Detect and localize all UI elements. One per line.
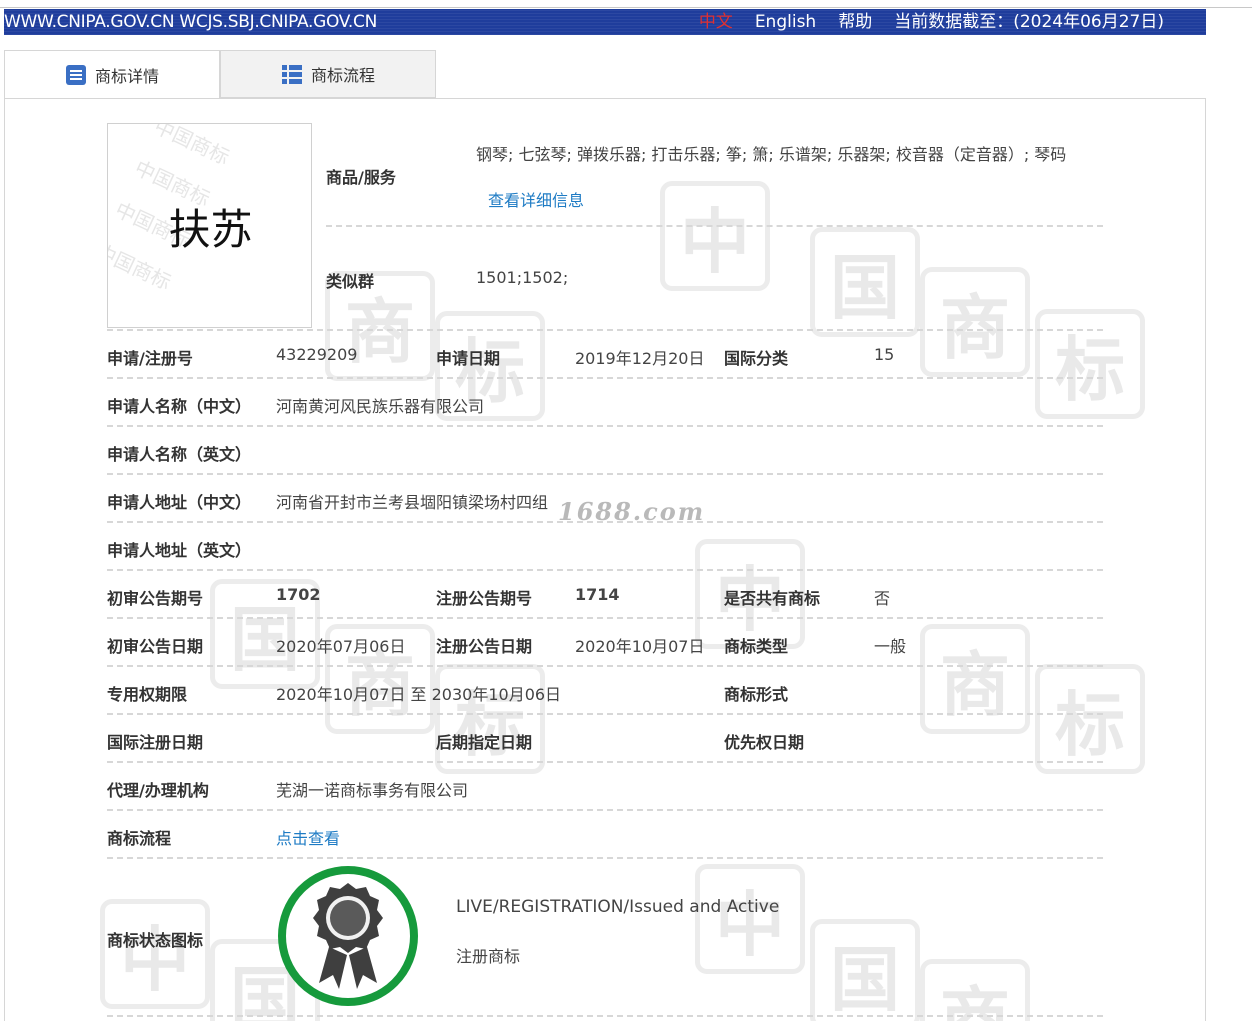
list-icon (281, 65, 302, 84)
divider (107, 425, 1103, 427)
status-cn: 注册商标 (456, 947, 521, 966)
later-date-label: 后期指定日期 (436, 733, 533, 752)
applicant-en-label: 申请人名称（英文） (107, 445, 252, 464)
trademark-word: 扶苏 (168, 205, 253, 254)
divider (107, 713, 1103, 715)
similar-group-label: 类似群 (326, 272, 375, 291)
watermark-stamp: 标 (1035, 309, 1145, 419)
prelim-date-value: 2020年07月06日 (276, 637, 406, 656)
intl-class-label: 国际分类 (724, 349, 789, 368)
reg-no-value: 43229209 (276, 345, 358, 364)
divider (107, 569, 1103, 571)
agent-label: 代理/办理机构 (107, 781, 209, 800)
applicant-cn-value: 河南黄河风民族乐器有限公司 (276, 397, 485, 416)
watermark-stamp: 商 (920, 267, 1030, 377)
browser-edge (0, 0, 1252, 8)
watermark-stamp: 国 (810, 227, 920, 337)
divider (107, 521, 1103, 523)
divider (107, 665, 1103, 667)
divider (107, 617, 1103, 619)
applicant-cn-label: 申请人名称（中文） (107, 397, 252, 416)
watermark-stamp: 标 (1035, 664, 1145, 774)
divider (107, 377, 1103, 379)
divider (107, 857, 1103, 859)
reg-pub-date-value: 2020年10月07日 (575, 637, 705, 656)
shared-label: 是否共有商标 (724, 589, 821, 608)
intl-reg-date-label: 国际注册日期 (107, 733, 204, 752)
watermark-stamp: 中 (660, 181, 770, 291)
reg-pub-date-label: 注册公告日期 (436, 637, 533, 656)
flow-view-link[interactable]: 点击查看 (276, 825, 340, 849)
reg-pub-no-value: 1714 (575, 585, 620, 604)
status-label: 商标状态图标 (107, 931, 204, 950)
prelim-date-label: 初审公告日期 (107, 637, 204, 656)
divider (107, 329, 1103, 331)
reg-no-label: 申请/注册号 (107, 349, 193, 368)
tab-trademark-flow[interactable]: 商标流程 (220, 50, 436, 98)
priority-date-label: 优先权日期 (724, 733, 805, 752)
watermark-stamp: 商 (920, 959, 1030, 1021)
registered-medal-icon (278, 866, 418, 1006)
prelim-no-label: 初审公告期号 (107, 589, 204, 608)
address-en-label: 申请人地址（英文） (107, 541, 252, 560)
divider (107, 809, 1103, 811)
exclusive-label: 专用权期限 (107, 685, 188, 704)
tab-label: 商标流程 (310, 66, 375, 85)
divider (107, 761, 1103, 763)
watermark-stamp: 中 (100, 899, 210, 1009)
data-date: 当前数据截至：(2024年06月27日) (894, 12, 1164, 32)
divider (107, 1015, 1103, 1017)
shared-value: 否 (874, 589, 891, 608)
site-urls: WWW.CNIPA.GOV.CN WCJS.SBJ.CNIPA.GOV.CN (4, 12, 378, 32)
tab-label: 商标详情 (94, 66, 159, 86)
document-list-icon (65, 64, 86, 85)
exclusive-value: 2020年10月07日 至 2030年10月06日 (276, 685, 562, 704)
goods-label: 商品/服务 (326, 168, 396, 187)
tm-type-label: 商标类型 (724, 637, 789, 656)
watermark-stamp: 国 (810, 919, 920, 1021)
app-date-value: 2019年12月20日 (575, 349, 705, 368)
address-cn-label: 申请人地址（中文） (107, 493, 252, 512)
agent-value: 芜湖一诺商标事务有限公司 (276, 781, 469, 800)
reg-pub-no-label: 注册公告期号 (436, 589, 533, 608)
app-date-label: 申请日期 (436, 349, 501, 368)
tm-form-label: 商标形式 (724, 685, 789, 704)
tab-trademark-detail[interactable]: 商标详情 (4, 50, 220, 99)
watermark-stamp: 中 (695, 864, 805, 974)
intl-class-value: 15 (874, 345, 895, 364)
divider (326, 225, 1103, 227)
trademark-image: 中国商标 中国商标 中国商标 中国商标 扶苏 (107, 123, 312, 328)
help-link[interactable]: 帮助 (838, 9, 872, 35)
lang-en-link[interactable]: English (755, 9, 816, 35)
prelim-no-value: 1702 (276, 585, 321, 604)
tab-bar: 商标详情 商标流程 (4, 50, 436, 99)
status-en: LIVE/REGISTRATION/Issued and Active (456, 897, 780, 917)
lang-zh-link[interactable]: 中文 (699, 9, 733, 35)
watermark-stamp: 商 (920, 624, 1030, 734)
goods-value: 钢琴; 七弦琴; 弹拨乐器; 打击乐器; 筝; 箫; 乐谱架; 乐器架; 校音器… (476, 145, 1067, 164)
flow-label: 商标流程 (107, 829, 172, 848)
top-banner: WWW.CNIPA.GOV.CN WCJS.SBJ.CNIPA.GOV.CN 中… (4, 9, 1206, 35)
divider (107, 473, 1103, 475)
tm-type-value: 一般 (874, 637, 907, 656)
similar-group-value: 1501;1502; (476, 268, 569, 287)
address-cn-value: 河南省开封市兰考县堌阳镇梁场村四组 (276, 493, 549, 512)
goods-detail-link[interactable]: 查看详细信息 (488, 187, 584, 211)
